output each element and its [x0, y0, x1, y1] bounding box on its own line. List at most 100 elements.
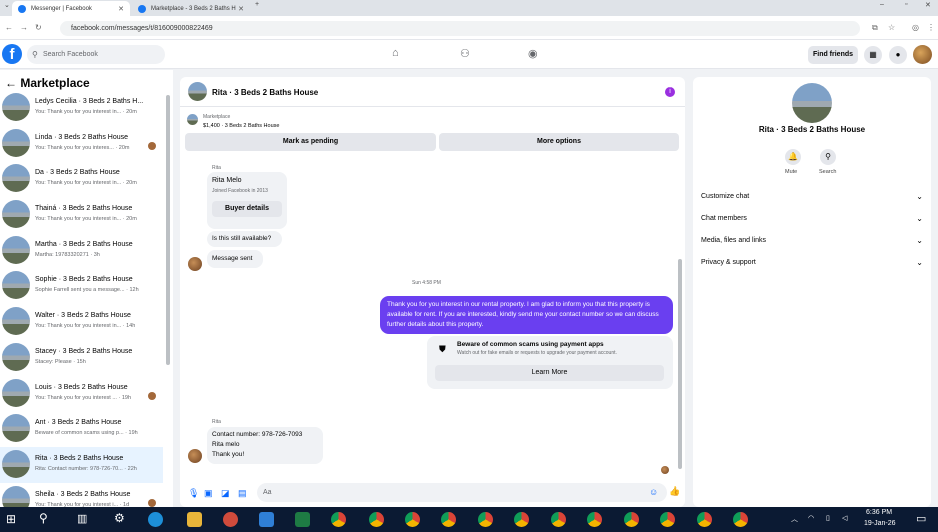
forward-icon[interactable]: → [20, 23, 28, 32]
bookmark-star-icon[interactable]: ☆ [888, 23, 895, 32]
conversation-item[interactable]: Sheila · 3 Beds 2 Baths House You: Thank … [0, 483, 163, 507]
clock-date[interactable]: 19-Jan-26 [864, 520, 896, 527]
home-icon[interactable]: ⌂ [392, 47, 399, 59]
chrome-icon[interactable] [551, 512, 566, 527]
back-icon[interactable]: ← [5, 23, 13, 32]
conversation-item[interactable]: Martha · 3 Beds 2 Baths House Martha: 197… [0, 233, 163, 269]
reload-icon[interactable]: ↻ [35, 23, 42, 32]
url-input[interactable]: facebook.com/messages/t/816009000822469 [60, 21, 860, 36]
sender-avatar[interactable] [188, 449, 202, 463]
photo-icon[interactable]: ▣ [204, 488, 213, 499]
groups-icon[interactable]: ◉ [528, 47, 538, 60]
wifi-icon[interactable]: ◠ [808, 514, 814, 522]
gif-icon[interactable]: ▤ [238, 488, 247, 499]
more-options-button[interactable]: More options [439, 133, 679, 151]
emoji-icon[interactable]: ☺ [649, 487, 658, 497]
tab-messenger[interactable]: Messenger | Facebook ✕ [12, 1, 130, 16]
account-avatar[interactable] [913, 45, 932, 64]
notification-center-icon[interactable]: ▭ [916, 512, 926, 525]
chat-members-row[interactable]: Chat members ⌄ [701, 214, 923, 223]
chrome-icon[interactable] [697, 512, 712, 527]
listing-thumbnail[interactable] [188, 82, 207, 101]
customize-chat-row[interactable]: Customize chat ⌄ [701, 192, 923, 201]
conversation-item[interactable]: Sophie · 3 Beds 2 Baths House Sophie Farr… [0, 268, 163, 304]
sidebar-scrollbar[interactable] [165, 70, 171, 370]
chrome-icon[interactable] [369, 512, 384, 527]
windows-start-icon[interactable]: ⊞ [6, 512, 16, 526]
task-view-icon[interactable]: ▥ [77, 512, 87, 525]
outlook-icon[interactable] [259, 512, 274, 527]
chrome-icon[interactable] [478, 512, 493, 527]
chrome-icon[interactable] [331, 512, 346, 527]
learn-more-button[interactable]: Learn More [435, 365, 664, 381]
microphone-icon[interactable]: 🎙 [188, 488, 199, 499]
app-icon[interactable] [223, 512, 238, 527]
friends-icon[interactable]: ⚇ [460, 47, 470, 60]
conversation-item[interactable]: Stacey · 3 Beds 2 Baths House Stacey: Ple… [0, 340, 163, 376]
media-files-row[interactable]: Media, files and links ⌄ [701, 236, 923, 245]
volume-icon[interactable]: ◁ [842, 514, 847, 522]
chrome-icon[interactable] [441, 512, 456, 527]
mute-icon[interactable]: 🔔 [785, 149, 801, 165]
conversation-preview: You: Thank you for you interes... · 20m [35, 144, 130, 151]
search-icon: ⚲ [32, 50, 38, 59]
settings-gear-icon[interactable]: ⚙ [114, 511, 125, 525]
conversation-item[interactable]: Rita · 3 Beds 2 Baths House Rita: Contact… [0, 446, 163, 483]
file-explorer-icon[interactable] [187, 512, 202, 527]
url-text: facebook.com/messages/t/816009000822469 [71, 25, 213, 32]
conversation-item[interactable]: Walter · 3 Beds 2 Baths House You: Thank … [0, 304, 163, 340]
menu-grid-icon[interactable]: ▦ [864, 46, 882, 64]
search-input[interactable]: ⚲ Search Facebook [27, 45, 165, 64]
battery-icon[interactable]: ▯ [826, 514, 830, 522]
back-arrow-icon[interactable]: ← [5, 76, 20, 90]
excel-icon[interactable] [295, 512, 310, 527]
close-window-icon[interactable]: ✕ [925, 1, 931, 9]
taskbar-search-icon[interactable]: ⚲ [39, 511, 48, 525]
conversation-item[interactable]: Da · 3 Beds 2 Baths House You: Thank you … [0, 161, 163, 197]
facebook-logo-icon[interactable]: f [2, 44, 22, 64]
tab-marketplace[interactable]: Marketplace - 3 Beds 2 Baths H ✕ [132, 1, 250, 16]
info-icon[interactable]: i [665, 87, 675, 97]
listing-price[interactable]: $1,400 · 3 Beds 2 Baths House [203, 123, 279, 129]
notifications-icon[interactable]: ● [889, 46, 907, 64]
sticker-icon[interactable]: ◪ [221, 488, 230, 499]
conversation-list: Ledys Cecilia · 3 Beds 2 Baths H... You: … [0, 90, 163, 507]
privacy-support-row[interactable]: Privacy & support ⌄ [701, 258, 923, 267]
clock-time[interactable]: 6:36 PM [866, 509, 892, 516]
listing-thumbnail [2, 449, 30, 478]
chat-scrollbar[interactable] [677, 159, 683, 477]
chrome-icon[interactable] [733, 512, 748, 527]
find-friends-button[interactable]: Find friends [808, 46, 858, 64]
chat-title[interactable]: Rita · 3 Beds 2 Baths House [212, 88, 318, 97]
listing-thumbnail [2, 307, 30, 336]
install-app-icon[interactable]: ⧉ [872, 23, 878, 33]
new-tab-icon[interactable]: + [255, 1, 259, 8]
buyer-details-button[interactable]: Buyer details [212, 201, 282, 217]
search-icon[interactable]: ⚲ [820, 149, 836, 165]
mark-pending-button[interactable]: Mark as pending [185, 133, 436, 151]
message-input[interactable]: Aa [257, 483, 667, 502]
listing-photo[interactable] [792, 83, 832, 123]
tab-list-icon[interactable]: ⌄ [4, 1, 10, 9]
minimize-icon[interactable]: – [880, 1, 884, 8]
edge-icon[interactable] [148, 512, 163, 527]
thumbs-up-icon[interactable]: 👍 [669, 486, 680, 497]
chrome-icon[interactable] [405, 512, 420, 527]
conversation-item[interactable]: Louis · 3 Beds 2 Baths House You: Thank y… [0, 376, 163, 412]
tray-chevron-icon[interactable]: ︿ [791, 514, 798, 524]
conversation-item[interactable]: Ledys Cecilia · 3 Beds 2 Baths H... You: … [0, 90, 163, 126]
browser-menu-icon[interactable]: ⋮ [927, 23, 935, 32]
conversation-item[interactable]: Ant · 3 Beds 2 Baths House Beware of comm… [0, 411, 163, 447]
profile-icon[interactable]: ◎ [912, 23, 919, 32]
chrome-icon[interactable] [514, 512, 529, 527]
chrome-icon[interactable] [624, 512, 639, 527]
conversation-preview: You: Thank you for you interest ... · 19… [35, 394, 132, 401]
conversation-item[interactable]: Linda · 3 Beds 2 Baths House You: Thank y… [0, 126, 163, 162]
chrome-icon[interactable] [660, 512, 675, 527]
restore-icon[interactable]: ▫ [905, 1, 907, 8]
conversation-item[interactable]: Thainá · 3 Beds 2 Baths House You: Thank … [0, 197, 163, 233]
sender-avatar[interactable] [188, 257, 202, 271]
chrome-icon[interactable] [587, 512, 602, 527]
close-tab-icon[interactable]: ✕ [118, 5, 124, 13]
close-tab-icon[interactable]: ✕ [238, 5, 244, 13]
